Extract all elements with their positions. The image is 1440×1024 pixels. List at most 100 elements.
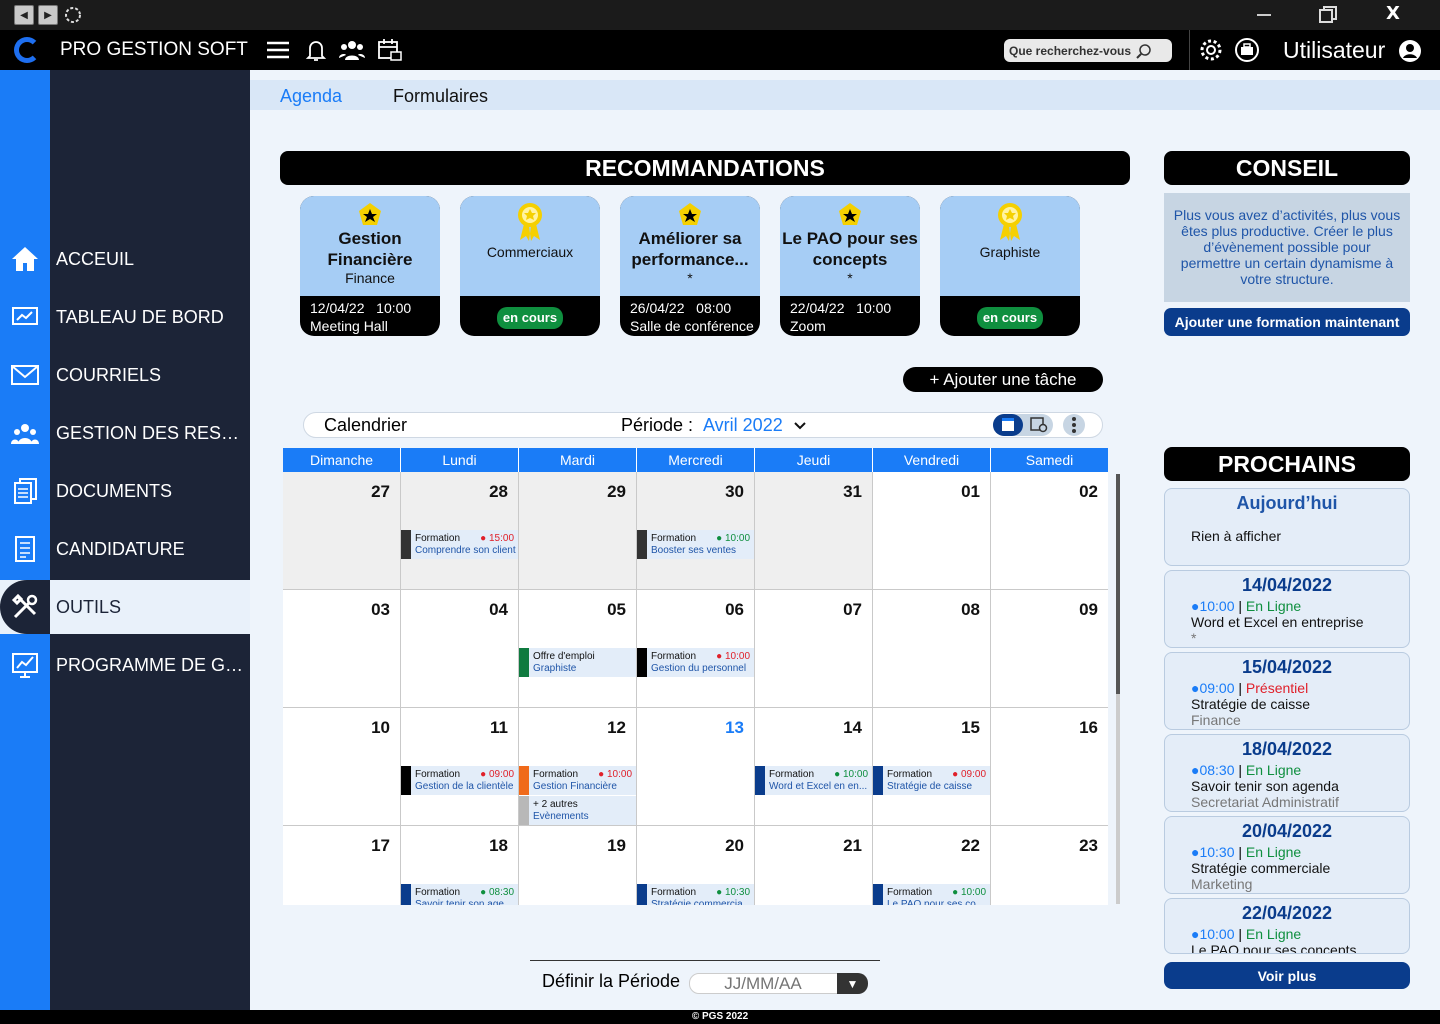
bell-icon[interactable] bbox=[302, 36, 330, 64]
card-subtitle: * bbox=[687, 270, 693, 286]
sidebar-item-outils[interactable]: OUTILS bbox=[0, 580, 250, 634]
recommendation-card[interactable]: Améliorer sa performance... * 26/04/22 0… bbox=[620, 196, 760, 336]
day-number: 30 bbox=[725, 482, 744, 501]
upcoming-subtitle: * bbox=[1191, 630, 1197, 646]
gear-icon[interactable] bbox=[1197, 36, 1225, 64]
sidebar-item-courriels[interactable]: COURRIELS bbox=[0, 348, 250, 402]
user-name[interactable]: Utilisateur bbox=[1283, 37, 1385, 64]
search-input[interactable]: Que recherchez-vous bbox=[1004, 39, 1172, 62]
upcoming-mode: En Ligne bbox=[1245, 926, 1302, 942]
calendar-day-cell[interactable]: 09 bbox=[991, 590, 1108, 708]
minimize-icon[interactable] bbox=[1257, 14, 1271, 16]
sidebar-item-tableau-de-bord[interactable]: TABLEAU DE BORD bbox=[0, 290, 250, 344]
calendar-day-cell[interactable]: 02 bbox=[991, 472, 1108, 590]
team-icon[interactable] bbox=[338, 36, 366, 64]
calendar-lock-icon[interactable] bbox=[376, 36, 404, 64]
calendar-event[interactable]: Formation ● 10:00 Gestion du personnel bbox=[637, 648, 754, 677]
sidebar-item-programme-de-gestion[interactable]: PROGRAMME DE GESTION bbox=[0, 638, 250, 692]
calendar-day-cell[interactable]: 17 bbox=[283, 826, 401, 905]
calendar-day-cell[interactable]: 15 Formation ● 09:00 Stratégie de caisse bbox=[873, 708, 991, 826]
calendar-search-icon[interactable] bbox=[1028, 416, 1050, 434]
calendar-day-cell[interactable]: 04 bbox=[401, 590, 519, 708]
calendar-event[interactable]: Formation ● 09:00 Gestion de la clientèle bbox=[401, 766, 518, 795]
recommendation-card[interactable]: Le PAO pour ses concepts * 22/04/22 10:0… bbox=[780, 196, 920, 336]
calendar-day-cell[interactable]: 30 Formation ● 10:00 Booster ses ventes bbox=[637, 472, 755, 590]
calendar-day-cell[interactable]: 28 Formation ● 15:00 Comprendre son client bbox=[401, 472, 519, 590]
calendar-day-cell[interactable]: 03 bbox=[283, 590, 401, 708]
recommendation-card[interactable]: Graphiste en cours bbox=[940, 196, 1080, 336]
day-number: 20 bbox=[725, 836, 744, 855]
chevron-down-icon[interactable] bbox=[794, 421, 806, 431]
close-window-button[interactable]: X bbox=[1386, 3, 1400, 24]
calendar-day-cell[interactable]: 29 bbox=[519, 472, 637, 590]
restore-icon[interactable] bbox=[1319, 6, 1337, 24]
brand[interactable]: PRO GESTION SOFT bbox=[0, 30, 250, 70]
user-avatar-icon[interactable] bbox=[1398, 39, 1422, 63]
month-view-button[interactable] bbox=[993, 414, 1023, 436]
upcoming-date: 22/04/2022 bbox=[1241, 903, 1333, 923]
add-task-button[interactable]: + Ajouter une tâche bbox=[903, 367, 1103, 392]
calendar-day-cell[interactable]: 21 bbox=[755, 826, 873, 905]
calendar-event[interactable]: Formation ● 15:00 Comprendre son client bbox=[401, 530, 518, 559]
calendar-day-cell[interactable]: 16 bbox=[991, 708, 1108, 826]
calendar-day-cell[interactable]: 14 Formation ● 10:00 Word et Excel en en... bbox=[755, 708, 873, 826]
upcoming-date: 15/04/2022 bbox=[1241, 657, 1333, 677]
date-dropdown-button[interactable]: ▼ bbox=[837, 973, 868, 994]
upcoming-time-mode: ●08:30 | En Ligne bbox=[1191, 762, 1383, 778]
sidebar-item-candidature[interactable]: CANDIDATURE bbox=[0, 522, 250, 576]
calendar-event[interactable]: Formation ● 09:00 Stratégie de caisse bbox=[873, 766, 990, 795]
event-time: ● 10:00 bbox=[834, 769, 868, 780]
calendar-day-cell[interactable]: 06 Formation ● 10:00 Gestion du personnel bbox=[637, 590, 755, 708]
calendar-day-cell[interactable]: 19 bbox=[519, 826, 637, 905]
forward-icon[interactable]: ▶ bbox=[38, 5, 58, 25]
calendar-day-cell[interactable]: 20 Formation ● 10:30 Stratégie commercia... bbox=[637, 826, 755, 905]
add-formation-button[interactable]: Ajouter une formation maintenant bbox=[1164, 308, 1410, 336]
upcoming-subtitle: Marketing bbox=[1191, 876, 1253, 892]
sidebar-item-documents[interactable]: DOCUMENTS bbox=[0, 464, 250, 518]
voir-plus-button[interactable]: Voir plus bbox=[1164, 962, 1410, 989]
tab-agenda[interactable]: Agenda bbox=[280, 86, 342, 107]
briefcase-icon[interactable] bbox=[1233, 36, 1261, 64]
calendar-event[interactable]: + 2 autres Evènements bbox=[519, 796, 636, 825]
upcoming-event-card[interactable]: 14/04/2022 ●10:00 | En Ligne Word et Excel… bbox=[1164, 570, 1410, 648]
calendar-event[interactable]: Formation ● 10:30 Stratégie commercia... bbox=[637, 884, 754, 905]
tab-formulaires[interactable]: Formulaires bbox=[393, 86, 488, 107]
upcoming-event-card[interactable]: 20/04/2022 ●10:30 | En Ligne Stratégie com… bbox=[1164, 816, 1410, 894]
calendar-day-cell[interactable]: 13 bbox=[637, 708, 755, 826]
calendar-day-cell[interactable]: 12 Formation ● 10:00 Gestion Financière + 2 … bbox=[519, 708, 637, 826]
weekday-header: Dimanche bbox=[283, 448, 401, 472]
back-icon[interactable]: ◀ bbox=[14, 5, 34, 25]
more-options-button[interactable] bbox=[1063, 414, 1085, 436]
recommendation-card[interactable]: Gestion Financière Finance 12/04/22 10:0… bbox=[300, 196, 440, 336]
calendar-day-cell[interactable]: 27 bbox=[283, 472, 401, 590]
upcoming-event-card[interactable]: 18/04/2022 ●08:30 | En Ligne Savoir tenir … bbox=[1164, 734, 1410, 812]
calendar-day-cell[interactable]: 23 bbox=[991, 826, 1108, 905]
upcoming-event-card[interactable]: 22/04/2022 ●10:00 | En Ligne Le PAO pour s… bbox=[1164, 898, 1410, 954]
menu-icon[interactable] bbox=[264, 36, 292, 64]
sidebar-item-acceuil[interactable]: ACCEUIL bbox=[0, 232, 250, 286]
calendar-event[interactable]: Formation ● 10:00 Le PAO pour ses co... bbox=[873, 884, 990, 905]
calendar-day-cell[interactable]: 31 bbox=[755, 472, 873, 590]
sidebar-item-label: PROGRAMME DE GESTION bbox=[56, 654, 246, 675]
calendar-day-cell[interactable]: 11 Formation ● 09:00 Gestion de la clientèl… bbox=[401, 708, 519, 826]
calendar-day-cell[interactable]: 01 bbox=[873, 472, 991, 590]
calendar-day-cell[interactable]: 22 Formation ● 10:00 Le PAO pour ses co... bbox=[873, 826, 991, 905]
calendar-day-cell[interactable]: 05 Offre d'emploi Graphiste bbox=[519, 590, 637, 708]
calendar-event[interactable]: Formation ● 08:30 Savoir tenir son age... bbox=[401, 884, 518, 905]
calendar-day-cell[interactable]: 08 bbox=[873, 590, 991, 708]
reload-icon[interactable] bbox=[63, 5, 83, 25]
upcoming-event-card[interactable]: 15/04/2022 ●09:00 | Présentiel Stratégie d… bbox=[1164, 652, 1410, 730]
conseil-header: CONSEIL bbox=[1164, 151, 1410, 185]
calendar-scroll-thumb[interactable] bbox=[1116, 474, 1120, 694]
calendar-event[interactable]: Offre d'emploi Graphiste bbox=[519, 648, 636, 677]
upcoming-subtitle: Secretariat Administratif bbox=[1191, 794, 1339, 810]
calendar-day-cell[interactable]: 18 Formation ● 08:30 Savoir tenir son age..… bbox=[401, 826, 519, 905]
recommendation-card[interactable]: Commerciaux en cours bbox=[460, 196, 600, 336]
calendar-event[interactable]: Formation ● 10:00 Gestion Financière bbox=[519, 766, 636, 795]
sidebar-item-gestion-des-ressources[interactable]: GESTION DES RESSOURCES bbox=[0, 406, 250, 460]
calendar-day-cell[interactable]: 10 bbox=[283, 708, 401, 826]
period-select[interactable]: Avril 2022 bbox=[703, 415, 783, 436]
calendar-event[interactable]: Formation ● 10:00 Booster ses ventes bbox=[637, 530, 754, 559]
calendar-event[interactable]: Formation ● 10:00 Word et Excel en en... bbox=[755, 766, 872, 795]
calendar-day-cell[interactable]: 07 bbox=[755, 590, 873, 708]
